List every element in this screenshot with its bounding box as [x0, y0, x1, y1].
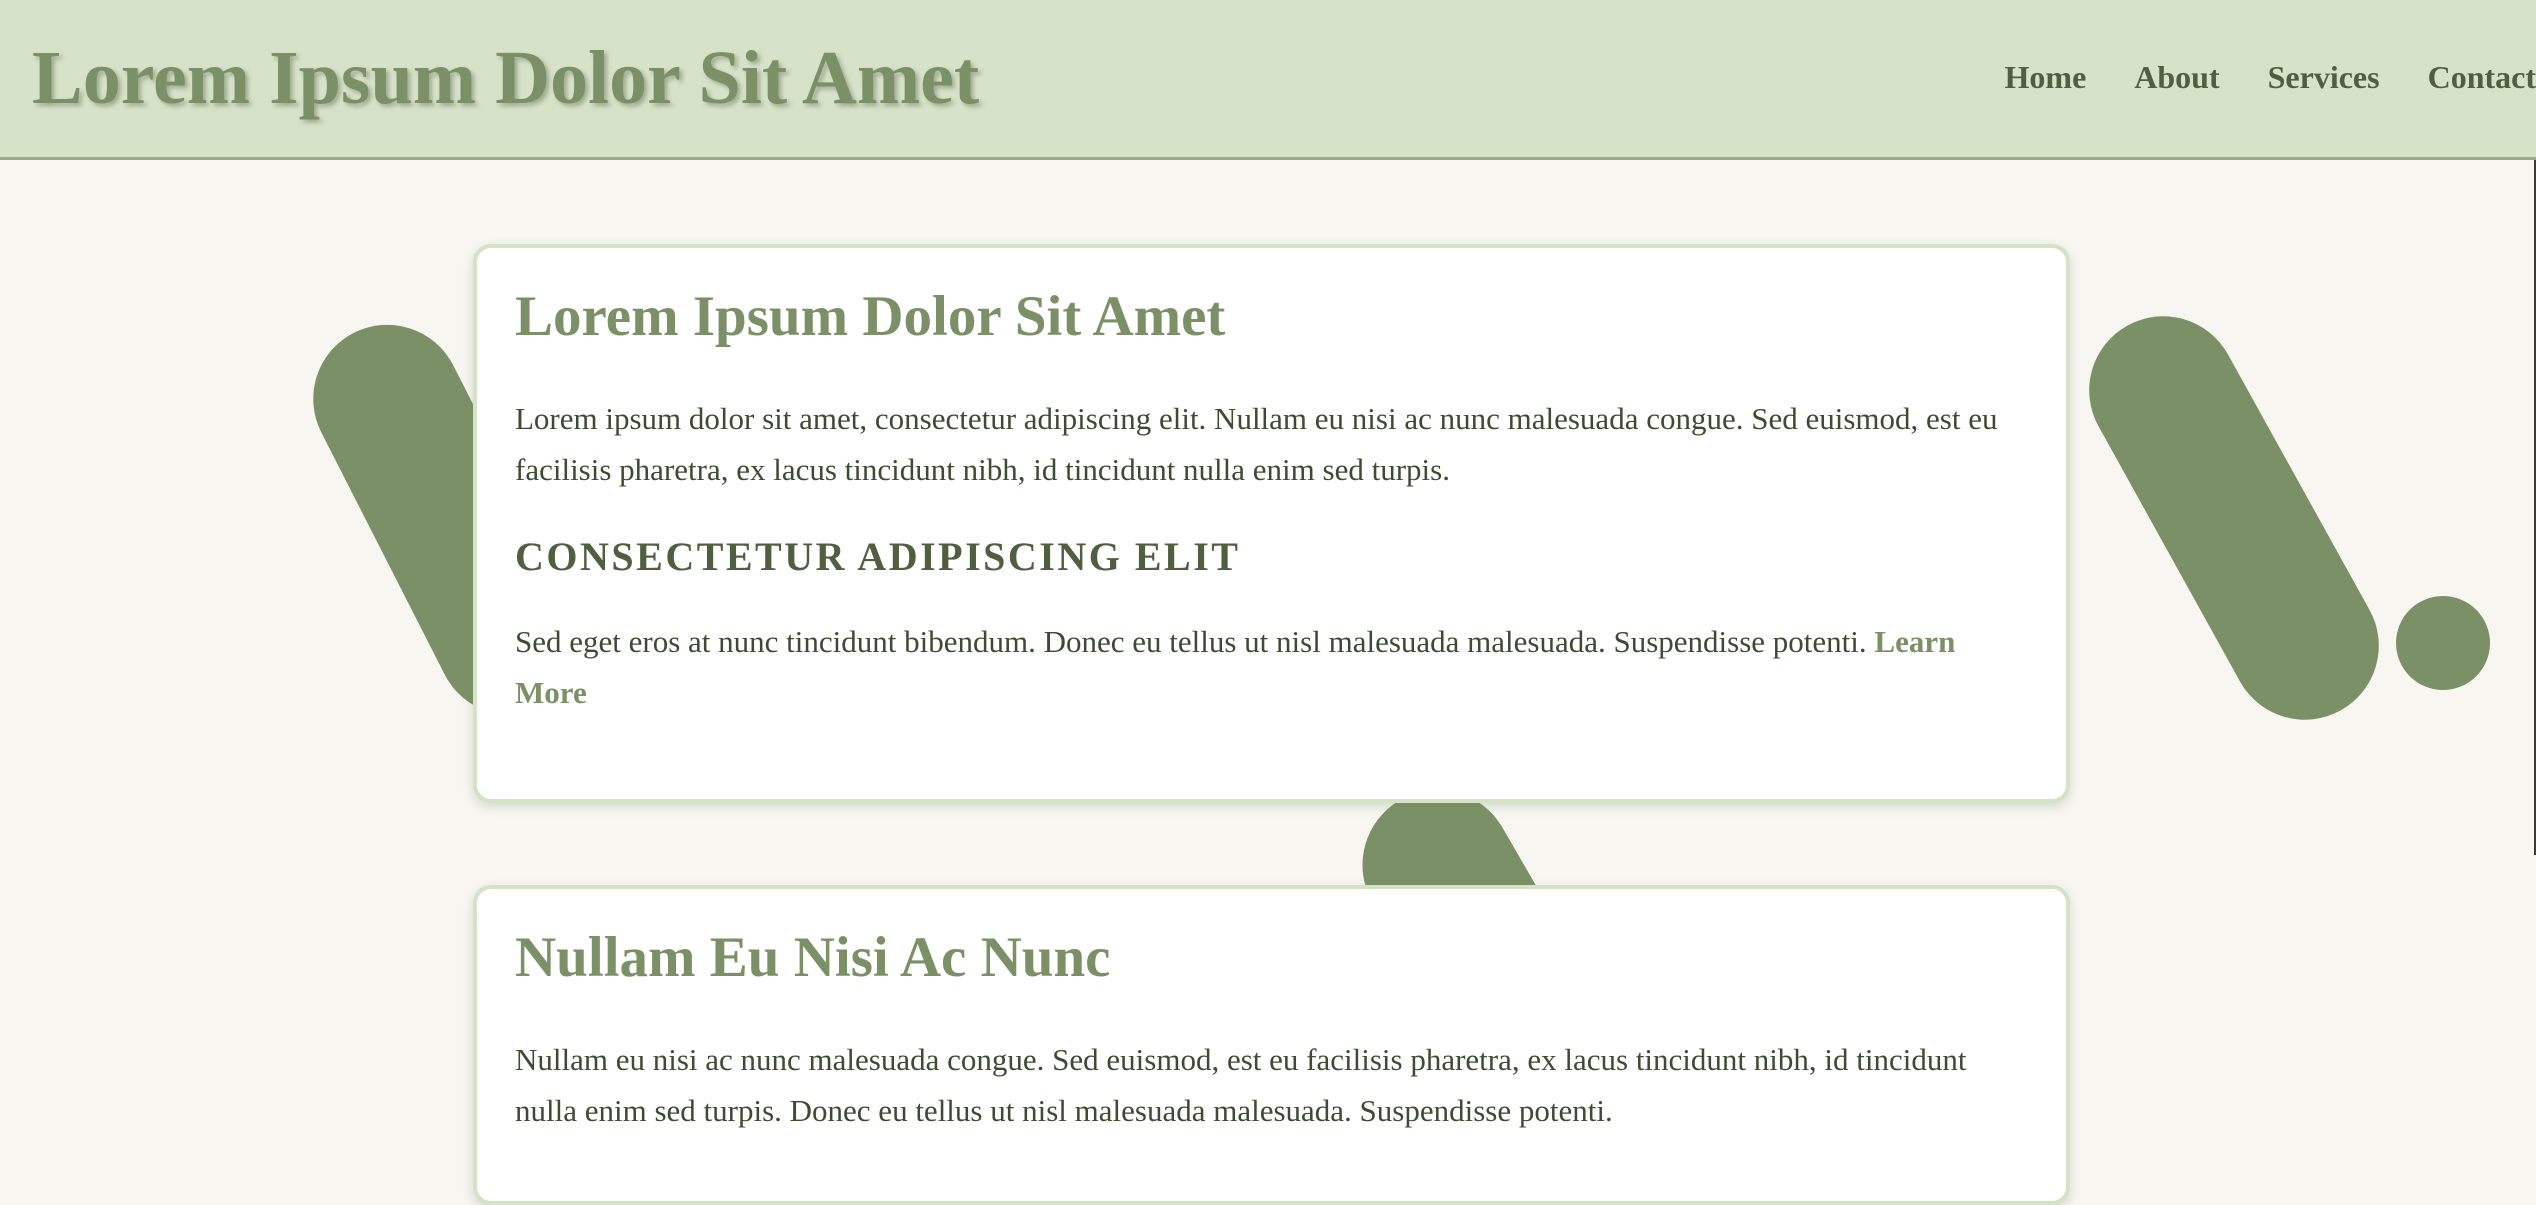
- deco-capsule-right: [2089, 316, 2379, 720]
- content-card: Lorem Ipsum Dolor Sit Amet Lorem ipsum d…: [473, 244, 2070, 803]
- nav-link-about[interactable]: About: [2134, 59, 2219, 96]
- card-title: Nullam Eu Nisi Ac Nunc: [515, 926, 1111, 989]
- main-nav: Home About Services Contact: [2005, 52, 2536, 102]
- card-paragraph-2: Sed eget eros at nunc tincidunt bibendum…: [515, 616, 2028, 718]
- deco-blob-right: [2396, 596, 2490, 690]
- site-header: Lorem Ipsum Dolor Sit Amet Home About Se…: [0, 0, 2536, 160]
- content-card: Nullam Eu Nisi Ac Nunc Nullam eu nisi ac…: [473, 885, 2070, 1205]
- card-paragraph: Lorem ipsum dolor sit amet, consectetur …: [515, 401, 1998, 487]
- site-title: Lorem Ipsum Dolor Sit Amet: [32, 36, 980, 120]
- card-subtitle: CONSECTETUR ADIPISCING ELIT: [515, 534, 1241, 579]
- nav-link-contact[interactable]: Contact: [2428, 59, 2536, 96]
- nav-link-services[interactable]: Services: [2268, 59, 2380, 96]
- card-paragraph: Nullam eu nisi ac nunc malesuada congue.…: [515, 1042, 1967, 1128]
- card-title: Lorem Ipsum Dolor Sit Amet: [515, 285, 1226, 348]
- card-paragraph-2-text: Sed eget eros at nunc tincidunt bibendum…: [515, 624, 1867, 659]
- nav-link-home[interactable]: Home: [2005, 59, 2087, 96]
